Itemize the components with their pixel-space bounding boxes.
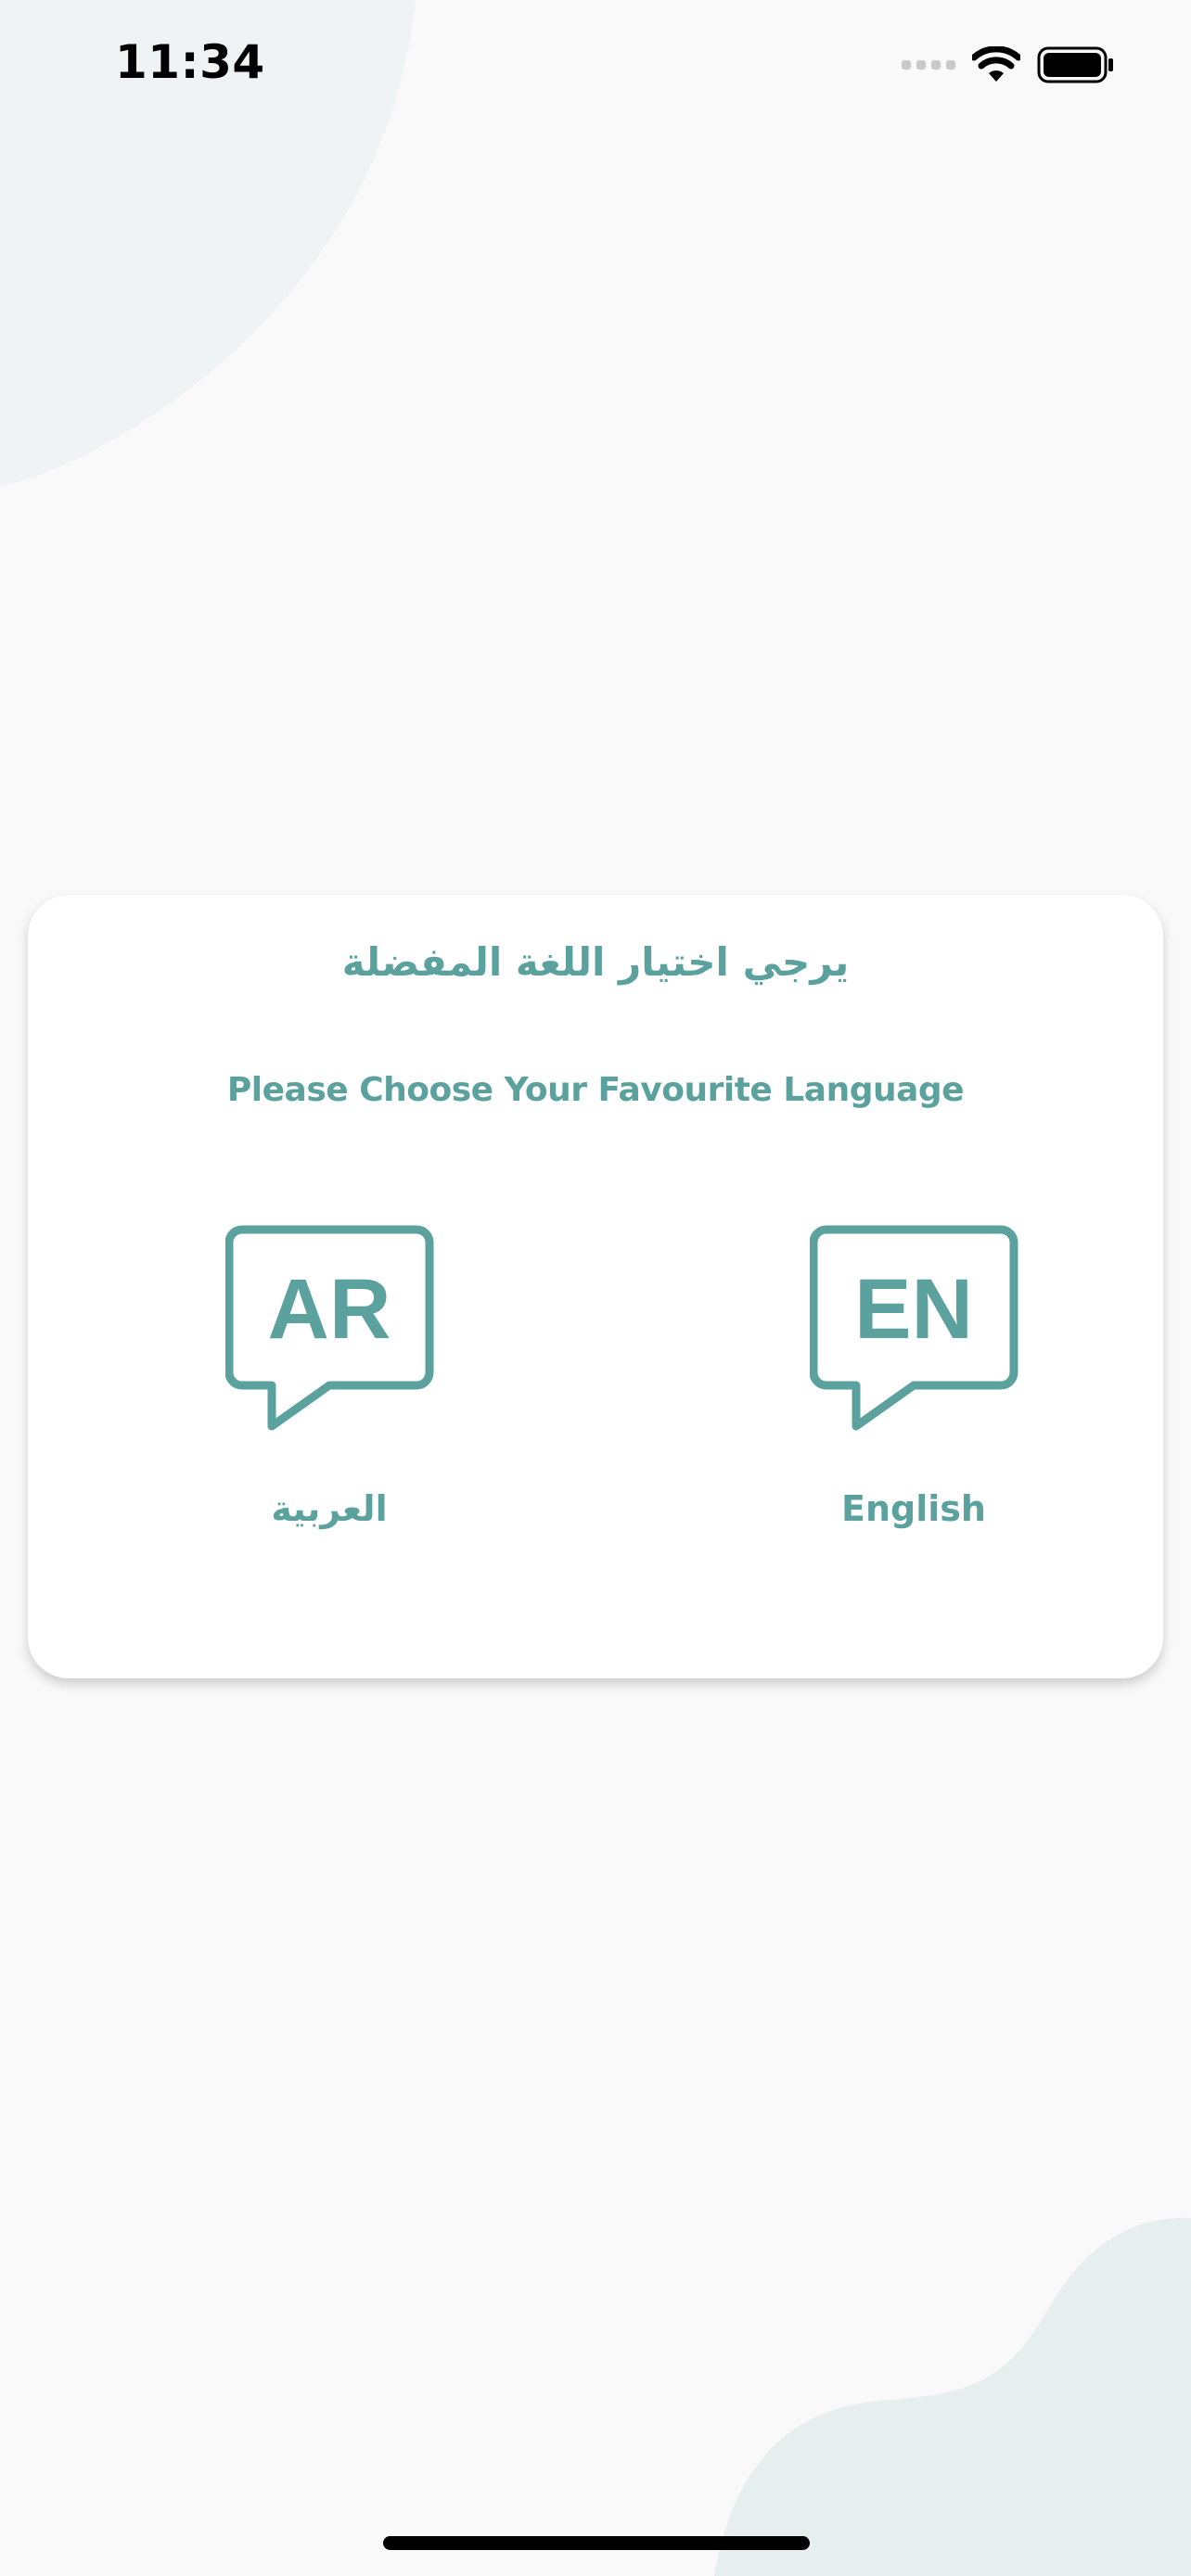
language-option-english[interactable]: EN English bbox=[747, 1224, 1081, 1613]
language-option-arabic[interactable]: AR العربية bbox=[162, 1224, 496, 1613]
language-label-english: English bbox=[841, 1488, 986, 1529]
wifi-icon bbox=[972, 46, 1020, 82]
speech-bubble-ar-icon: AR bbox=[225, 1225, 434, 1431]
cellular-signal-icon bbox=[902, 60, 955, 70]
svg-text:EN: EN bbox=[854, 1262, 973, 1357]
battery-icon bbox=[1037, 46, 1113, 83]
status-time: 11:34 bbox=[115, 35, 265, 89]
bottom-right-blob bbox=[714, 2217, 1191, 2576]
language-card: يرجي اختيار اللغة المفضلة Please Choose … bbox=[28, 895, 1163, 1678]
page-title-arabic: يرجي اختيار اللغة المفضلة bbox=[341, 939, 850, 985]
svg-text:AR: AR bbox=[268, 1262, 391, 1357]
status-bar: 11:34 bbox=[0, 0, 1191, 139]
speech-bubble-en-icon: EN bbox=[810, 1225, 1018, 1431]
status-icons bbox=[902, 46, 1115, 83]
language-label-arabic: العربية bbox=[271, 1488, 388, 1529]
home-indicator[interactable] bbox=[383, 2536, 810, 2550]
page-title-english: Please Choose Your Favourite Language bbox=[226, 1071, 965, 1109]
